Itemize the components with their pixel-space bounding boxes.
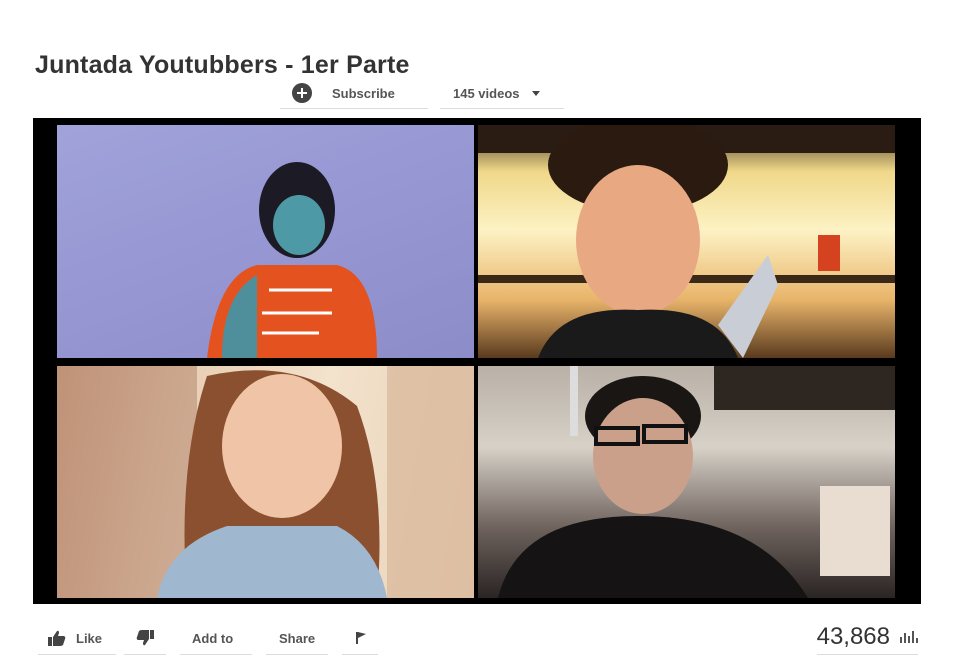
view-count: 43,868	[816, 623, 890, 650]
videos-count-label: 145 videos	[453, 85, 520, 101]
caret-down-icon	[531, 90, 540, 96]
subscribe-label: Subscribe	[332, 85, 395, 101]
dislike-button[interactable]	[124, 622, 166, 655]
add-to-button[interactable]: Add to	[180, 622, 252, 655]
share-button[interactable]: Share	[266, 622, 328, 655]
video-tile-top-left	[57, 125, 474, 358]
stats-icon	[900, 631, 918, 643]
thumbs-down-icon	[136, 630, 154, 646]
tile-top-right-scene	[478, 125, 895, 358]
video-title: Juntada Youtubbers - 1er Parte	[35, 50, 410, 79]
flag-icon	[356, 632, 366, 644]
thumbs-up-icon	[48, 630, 66, 646]
video-tile-bottom-right	[478, 366, 895, 598]
video-tile-bottom-left	[57, 366, 474, 598]
tile-top-left-scene	[57, 125, 474, 358]
tile-bottom-left-scene	[57, 366, 474, 598]
subscribe-button[interactable]: Subscribe	[280, 78, 428, 109]
video-player[interactable]	[33, 118, 921, 604]
like-button[interactable]: Like	[38, 622, 116, 655]
add-to-label: Add to	[192, 630, 234, 646]
flag-button[interactable]	[342, 622, 378, 655]
share-label: Share	[279, 630, 316, 646]
videos-dropdown[interactable]: 145 videos	[440, 78, 564, 109]
tile-bottom-right-scene	[498, 366, 895, 598]
action-bar: Like Add to Share 43,868	[38, 622, 918, 656]
view-stats[interactable]: 43,868	[816, 620, 918, 655]
plus-icon	[292, 83, 312, 103]
like-label: Like	[76, 630, 103, 646]
video-tile-top-right	[478, 125, 895, 358]
